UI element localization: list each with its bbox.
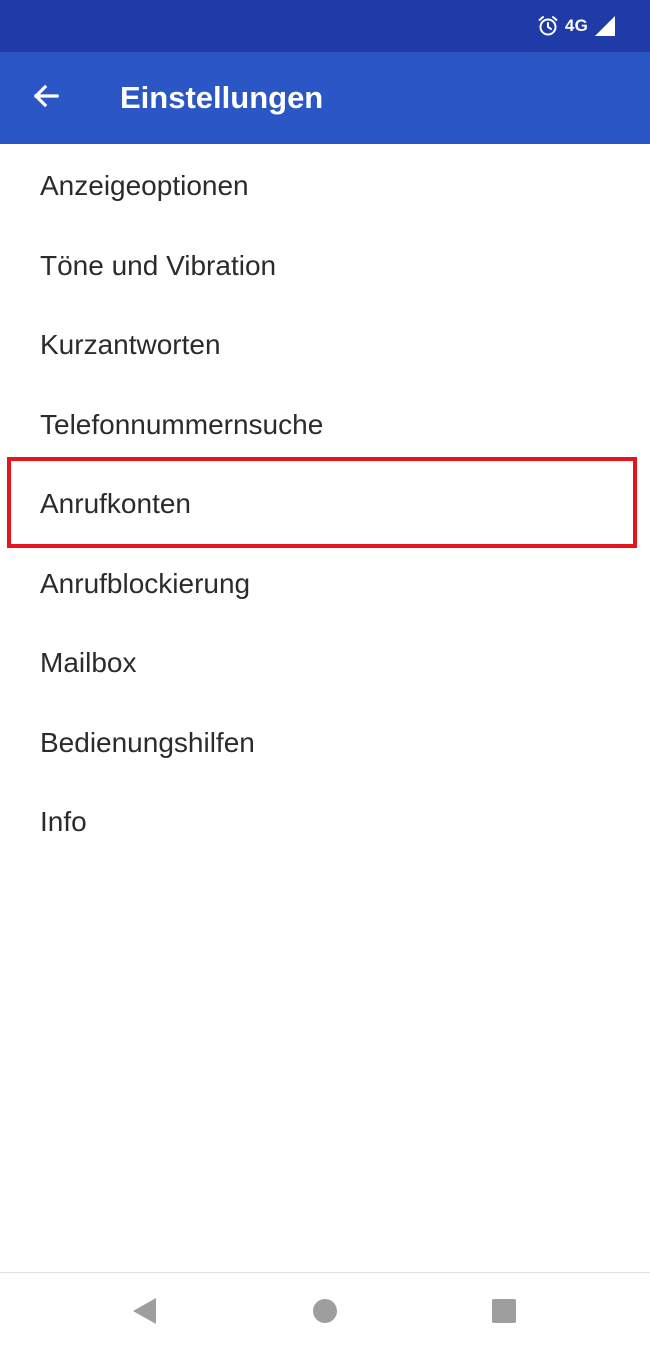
nav-back-icon — [130, 1296, 158, 1331]
settings-item-bedienungshilfen[interactable]: Bedienungshilfen — [0, 703, 650, 783]
settings-item-telefonnummernsuche[interactable]: Telefonnummernsuche — [0, 385, 650, 465]
page-title: Einstellungen — [120, 80, 324, 115]
cell-signal-icon — [594, 15, 616, 37]
settings-item-mailbox[interactable]: Mailbox — [0, 623, 650, 703]
nav-recents-button[interactable] — [488, 1297, 520, 1329]
navigation-bar — [0, 1273, 650, 1352]
settings-item-anzeigeoptionen[interactable]: Anzeigeoptionen — [0, 146, 650, 226]
status-icons: 4G — [537, 14, 616, 38]
settings-item-toene-und-vibration[interactable]: Töne und Vibration — [0, 226, 650, 306]
nav-recents-icon — [490, 1297, 518, 1330]
settings-item-kurzantworten[interactable]: Kurzantworten — [0, 305, 650, 385]
back-button[interactable] — [22, 74, 70, 122]
settings-item-anrufkonten[interactable]: Anrufkonten — [0, 464, 650, 544]
nav-back-button[interactable] — [128, 1297, 160, 1329]
status-bar: 4G — [0, 0, 650, 52]
nav-home-button[interactable] — [309, 1297, 341, 1329]
settings-item-info[interactable]: Info — [0, 782, 650, 862]
settings-list: Anzeigeoptionen Töne und Vibration Kurza… — [0, 146, 650, 862]
network-type-label: 4G — [564, 16, 588, 35]
settings-item-anrufblockierung[interactable]: Anrufblockierung — [0, 544, 650, 624]
settings-screen: 4G Einstellungen Anzeigeoptionen Töne un… — [0, 0, 650, 1352]
nav-home-icon — [311, 1297, 339, 1330]
arrow-left-icon — [32, 82, 60, 115]
alarm-icon — [537, 15, 559, 37]
app-bar: Einstellungen — [0, 52, 650, 144]
